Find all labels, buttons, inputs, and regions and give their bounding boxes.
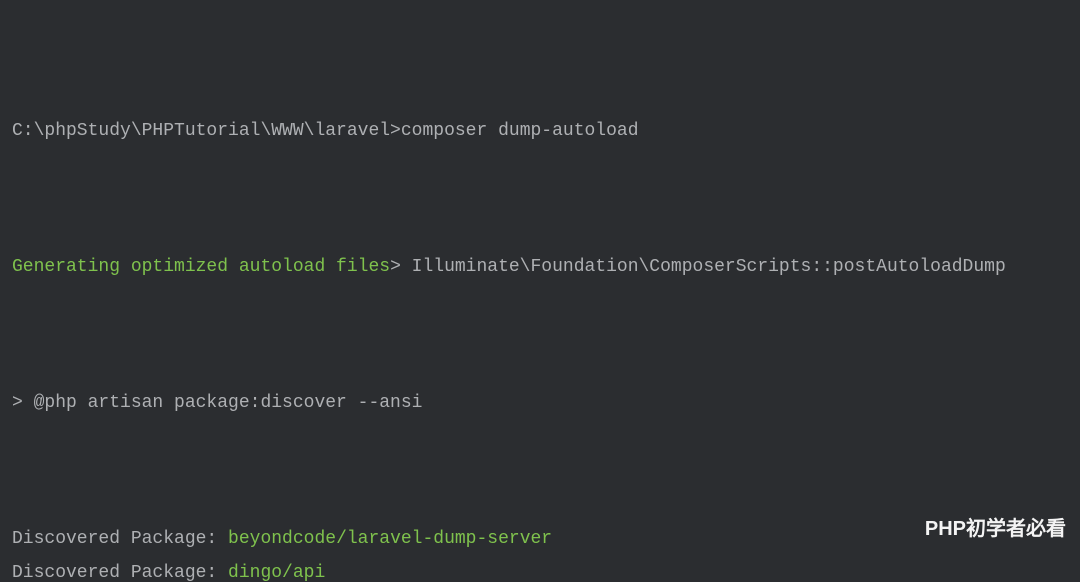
generating-line: Generating optimized autoload files> Ill… (12, 250, 1068, 284)
post-script-text: > Illuminate\Foundation\ComposerScripts:… (390, 257, 1006, 277)
wechat-icon (889, 515, 917, 543)
prompt-path: C:\phpStudy\PHPTutorial\WWW\laravel> (12, 121, 401, 141)
prompt-line: C:\phpStudy\PHPTutorial\WWW\laravel>comp… (12, 114, 1068, 148)
package-name: beyondcode/laravel-dump-server (228, 529, 552, 549)
discovered-label: Discovered Package: (12, 563, 228, 582)
discovered-label: Discovered Package: (12, 529, 228, 549)
generating-text: Generating optimized autoload files (12, 257, 390, 277)
terminal-output[interactable]: C:\phpStudy\PHPTutorial\WWW\laravel>comp… (0, 0, 1080, 582)
package-name: dingo/api (228, 563, 325, 582)
watermark: PHP初学者必看 (889, 512, 1066, 546)
watermark-text: PHP初学者必看 (925, 512, 1066, 546)
command-text: composer dump-autoload (401, 121, 639, 141)
artisan-line: > @php artisan package:discover --ansi (12, 386, 1068, 420)
